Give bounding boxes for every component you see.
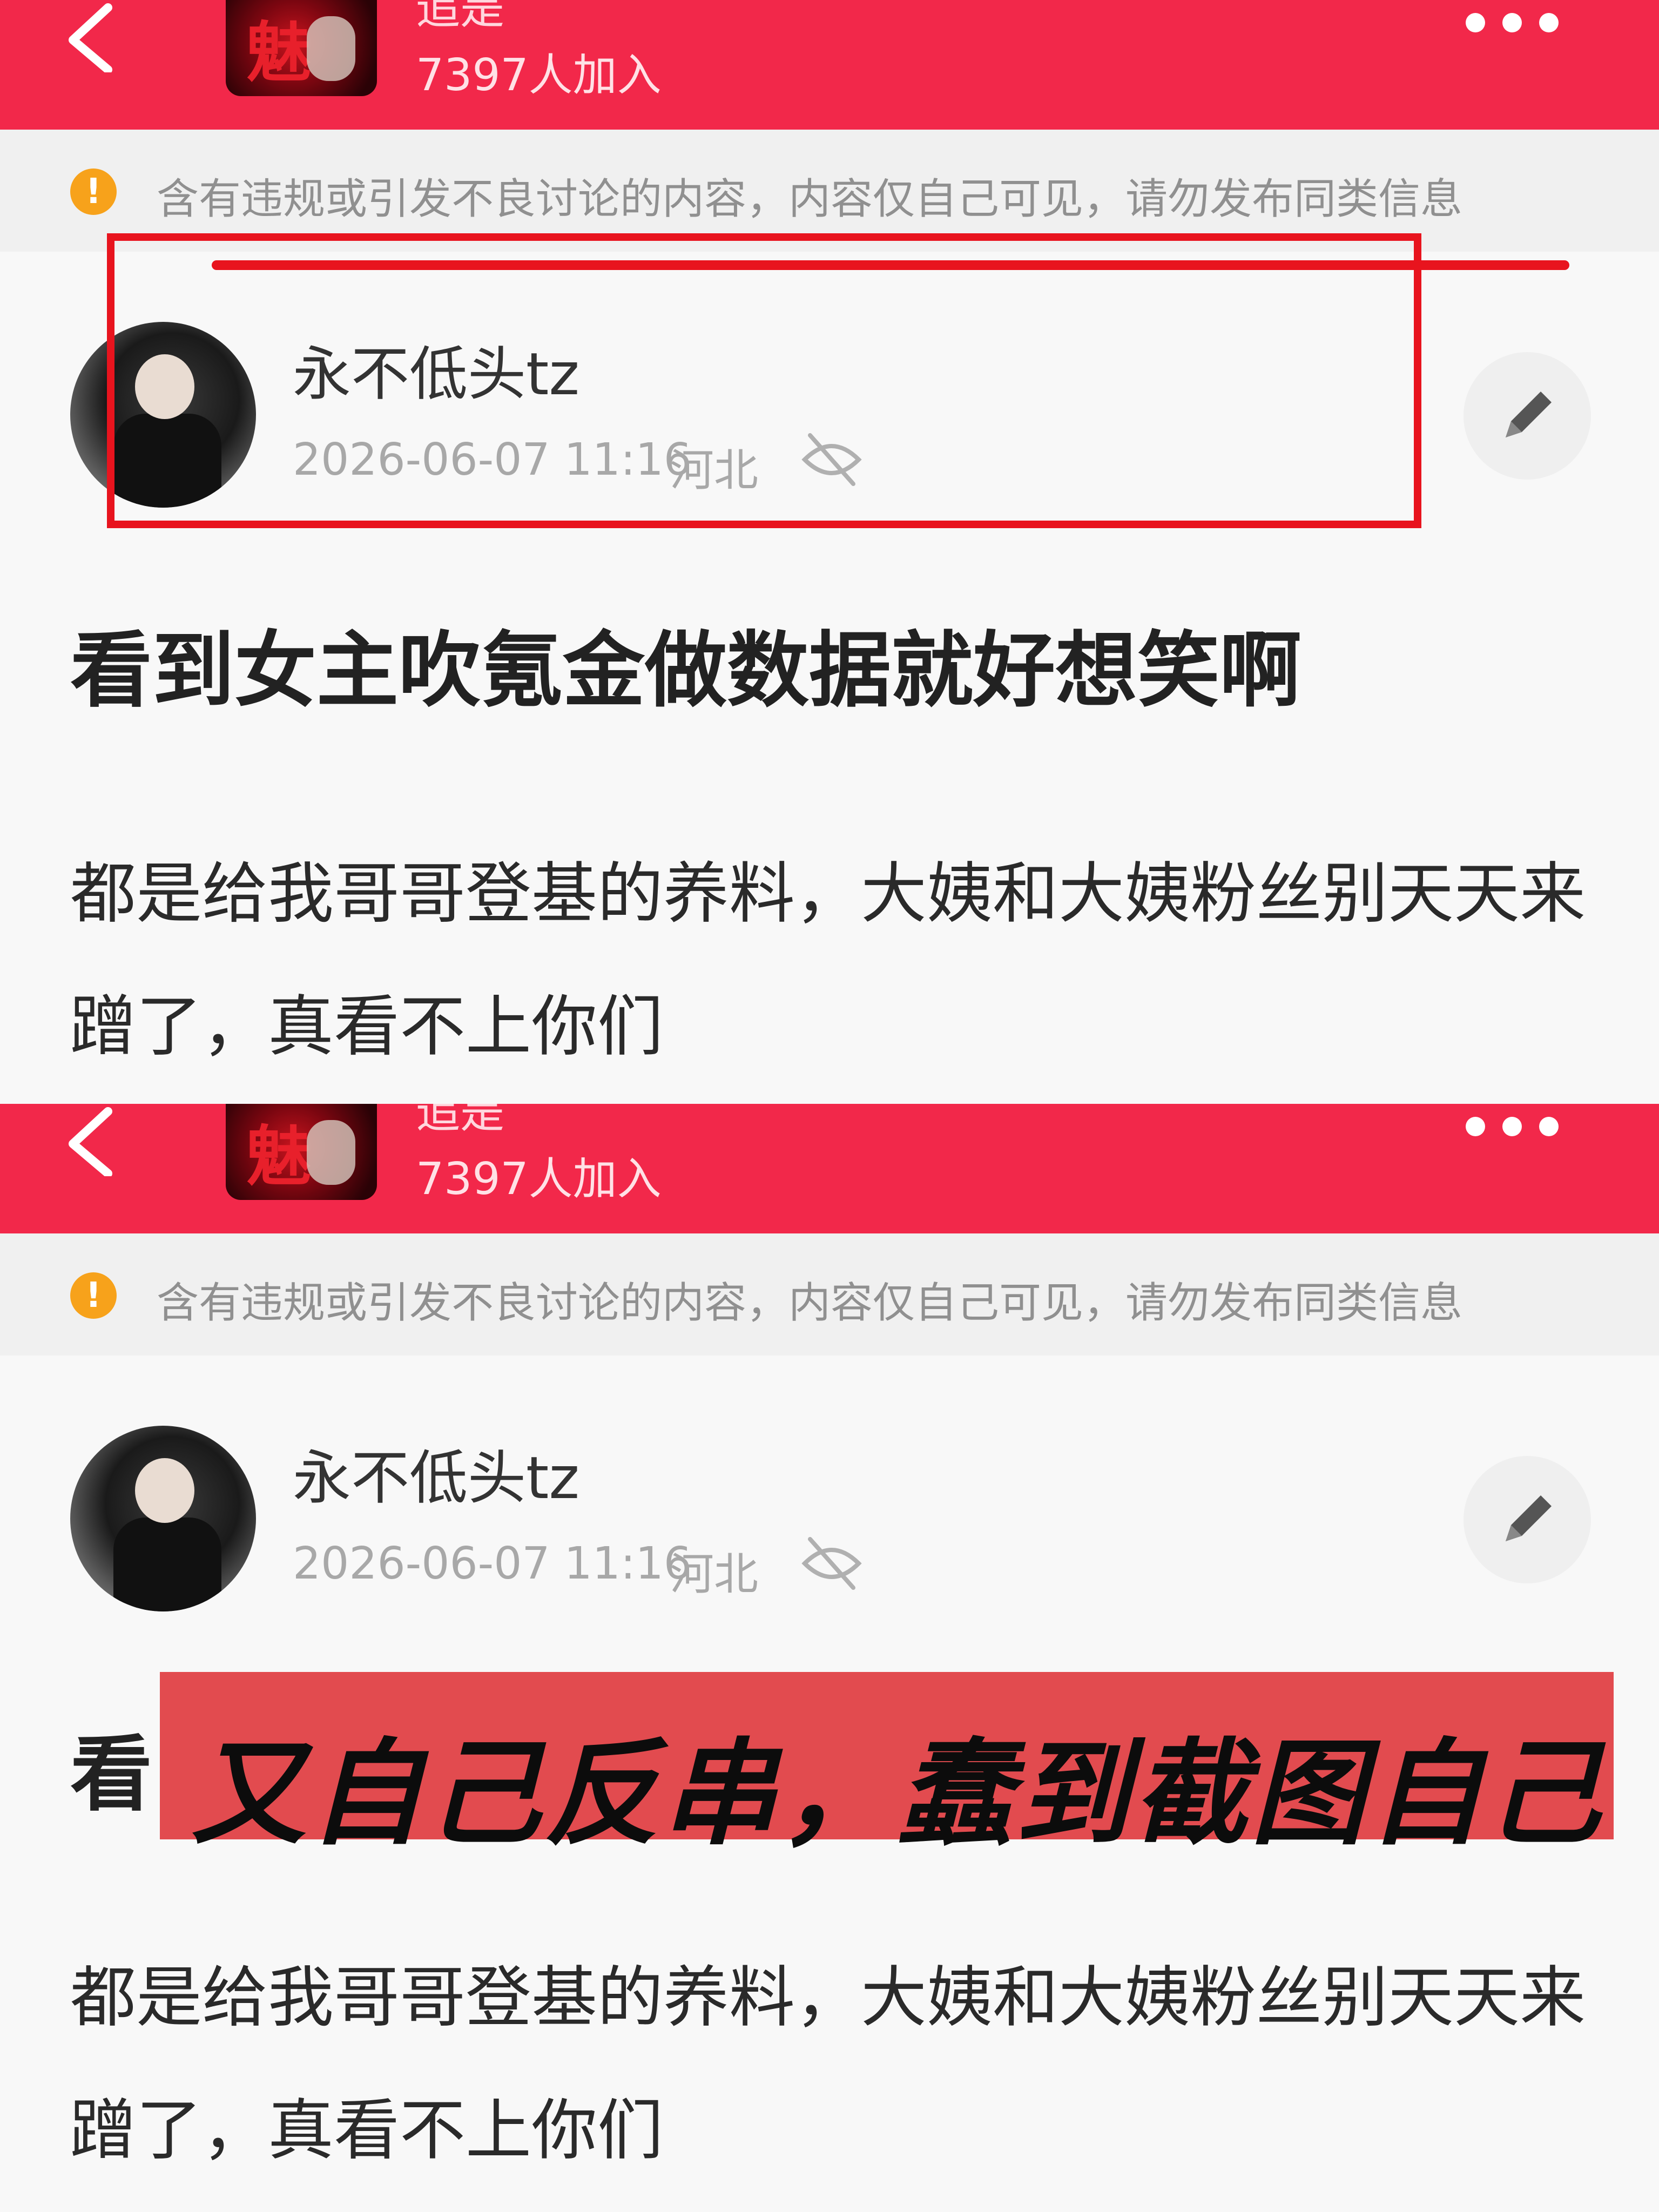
group-avatar[interactable]: 魅 (226, 1104, 377, 1200)
member-count: 7397人加入 (416, 1154, 662, 1205)
group-name[interactable]: 追是 (416, 1104, 504, 1140)
group-header: 魅 追是 7397人加入 (0, 1104, 1659, 1233)
back-icon[interactable] (59, 1106, 119, 1176)
post-body: 都是给我哥哥登基的养料，大姨和大姨粉丝别天天来蹭了，真看不上你们 (70, 855, 1586, 1065)
group-avatar[interactable]: 魅 (226, 0, 377, 96)
screenshot-panel-top: 魅 追是 7397人加入 ! 含有违规或引发不良讨论的内容，内容仅自己可见，请勿… (0, 0, 1659, 1104)
post-body: 都是给我哥哥登基的养料，大姨和大姨粉丝别天天来蹭了，真看不上你们 (70, 1959, 1586, 2169)
back-icon[interactable] (59, 2, 119, 72)
user-avatar[interactable] (70, 1426, 256, 1611)
violation-notice-text: 含有违规或引发不良讨论的内容，内容仅自己可见，请勿发布同类信息 (157, 175, 1463, 224)
post-title: 看到女主吹氪金做数据就好想笑啊 (70, 623, 1301, 718)
post-username[interactable]: 永不低头tz (293, 1431, 579, 1515)
violation-notice-text: 含有违规或引发不良讨论的内容，内容仅自己可见，请勿发布同类信息 (157, 1279, 1463, 1327)
edit-pencil-icon (1506, 392, 1552, 437)
more-icon[interactable] (1464, 12, 1561, 33)
post-title-visible-prefix: 看 (70, 1727, 152, 1822)
group-header: 魅 追是 7397人加入 (0, 0, 1659, 130)
red-highlight-box (107, 233, 1421, 528)
group-name[interactable]: 追是 (416, 0, 504, 36)
warning-icon: ! (70, 168, 117, 215)
screenshot-panel-bottom: 魅 追是 7397人加入 ! 含有违规或引发不良讨论的内容，内容仅自己可见，请勿… (0, 1104, 1659, 2212)
more-icon[interactable] (1464, 1116, 1561, 1137)
post-datetime: 2026-06-07 11:16 (293, 1538, 692, 1589)
annotation-caption-box: 又自己反串，蠢到截图自己 (160, 1672, 1614, 1860)
red-strike-line (212, 260, 1569, 270)
member-count: 7397人加入 (416, 50, 662, 101)
annotation-caption-text: 又自己反串，蠢到截图自己 (191, 1727, 1604, 1860)
hidden-eye-icon (801, 1537, 862, 1590)
warning-icon: ! (70, 1272, 117, 1319)
edit-button[interactable] (1464, 1456, 1591, 1583)
edit-pencil-icon (1506, 1495, 1552, 1541)
edit-button[interactable] (1464, 352, 1591, 480)
post-region: 河北 (670, 1549, 759, 1600)
